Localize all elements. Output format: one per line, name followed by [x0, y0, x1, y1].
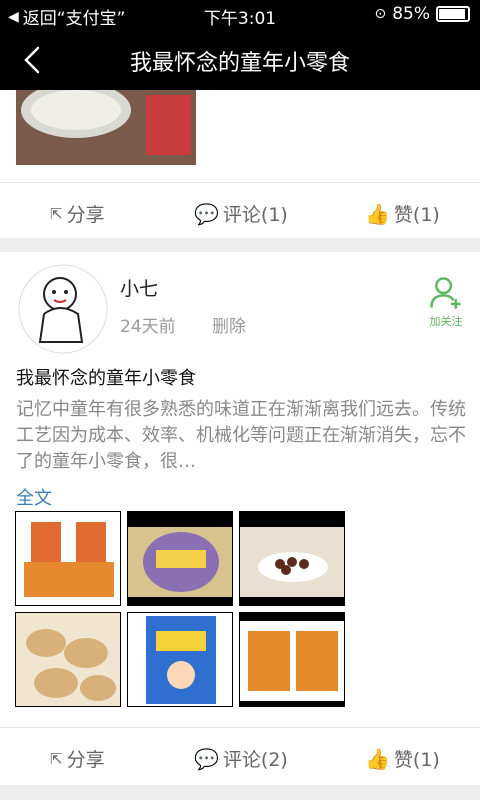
- spicy-strip-image: [16, 512, 120, 605]
- comment-label: 评论(1): [222, 204, 288, 226]
- snack-photo-1[interactable]: [15, 511, 121, 606]
- comment-button[interactable]: 💬 评论(1): [194, 200, 288, 227]
- add-friend-icon: [430, 277, 461, 309]
- like-button[interactable]: 👍 赞(1): [365, 200, 440, 227]
- like-button[interactable]: 👍 赞(1): [365, 745, 440, 772]
- battery-icon: [436, 6, 470, 22]
- like-label: 赞(1): [393, 204, 440, 226]
- follow-label: 加关注: [429, 315, 463, 328]
- share-label: 分享: [66, 749, 105, 771]
- spiral-crackers-image: [16, 613, 120, 706]
- share-icon: ⇱: [50, 749, 63, 768]
- lock-rotation-icon: ⊙: [374, 6, 387, 22]
- snack-photo-5[interactable]: [127, 612, 233, 707]
- share-label: 分享: [66, 204, 105, 226]
- post-time: 24天前: [120, 317, 176, 337]
- comment-label: 评论(2): [222, 749, 288, 771]
- previous-post-actions: ⇱ 分享 💬 评论(1) 👍 赞(1): [0, 182, 480, 240]
- chocolate-balls-image: [240, 512, 344, 605]
- comment-button[interactable]: 💬 评论(2): [194, 745, 288, 772]
- snack-photo-3[interactable]: [239, 511, 345, 606]
- thumbs-up-icon: 👍: [365, 746, 390, 771]
- full-text-link[interactable]: 全文: [16, 484, 52, 510]
- section-divider: [0, 238, 480, 252]
- comment-icon: 💬: [194, 746, 219, 771]
- status-bar: ◀ 返回“支付宝” 下午3:01 ⊙ 85%: [0, 0, 480, 30]
- post-body[interactable]: 记忆中童年有很多熟悉的味道正在渐渐离我们远去。传统工艺因为成本、效率、机械化等问…: [16, 397, 471, 475]
- food-bowl-icon: [16, 90, 196, 165]
- thumbs-up-icon: 👍: [365, 201, 390, 226]
- nav-bar: 我最怀念的童年小零食: [0, 30, 480, 90]
- snack-photo-4[interactable]: [15, 612, 121, 707]
- snack-packs-image: [240, 613, 344, 706]
- username[interactable]: 小七: [120, 274, 158, 301]
- status-right: ⊙ 85%: [374, 4, 470, 24]
- snack-photo-2[interactable]: [127, 511, 233, 606]
- share-button[interactable]: ⇱ 分享: [50, 745, 105, 772]
- avatar[interactable]: [18, 264, 108, 354]
- snack-bag-image: [128, 613, 232, 706]
- battery-percent: 85%: [392, 4, 430, 24]
- feed: ⇱ 分享 💬 评论(1) 👍 赞(1) 小七 24天前 删除 加关注 我最怀念的…: [0, 90, 480, 800]
- like-label: 赞(1): [393, 749, 440, 771]
- section-divider: [0, 785, 480, 800]
- delete-button[interactable]: 删除: [212, 312, 246, 337]
- page-title: 我最怀念的童年小零食: [129, 51, 350, 76]
- previous-post-image[interactable]: [16, 90, 196, 165]
- share-icon: ⇱: [50, 204, 63, 223]
- comment-icon: 💬: [194, 201, 219, 226]
- snack-photo-6[interactable]: [239, 612, 345, 707]
- bubble-gum-image: [128, 512, 232, 605]
- share-button[interactable]: ⇱ 分享: [50, 200, 105, 227]
- follow-button[interactable]: 加关注: [426, 276, 466, 329]
- post-title[interactable]: 我最怀念的童年小零食: [16, 364, 196, 390]
- post-actions: ⇱ 分享 💬 评论(2) 👍 赞(1): [0, 727, 480, 785]
